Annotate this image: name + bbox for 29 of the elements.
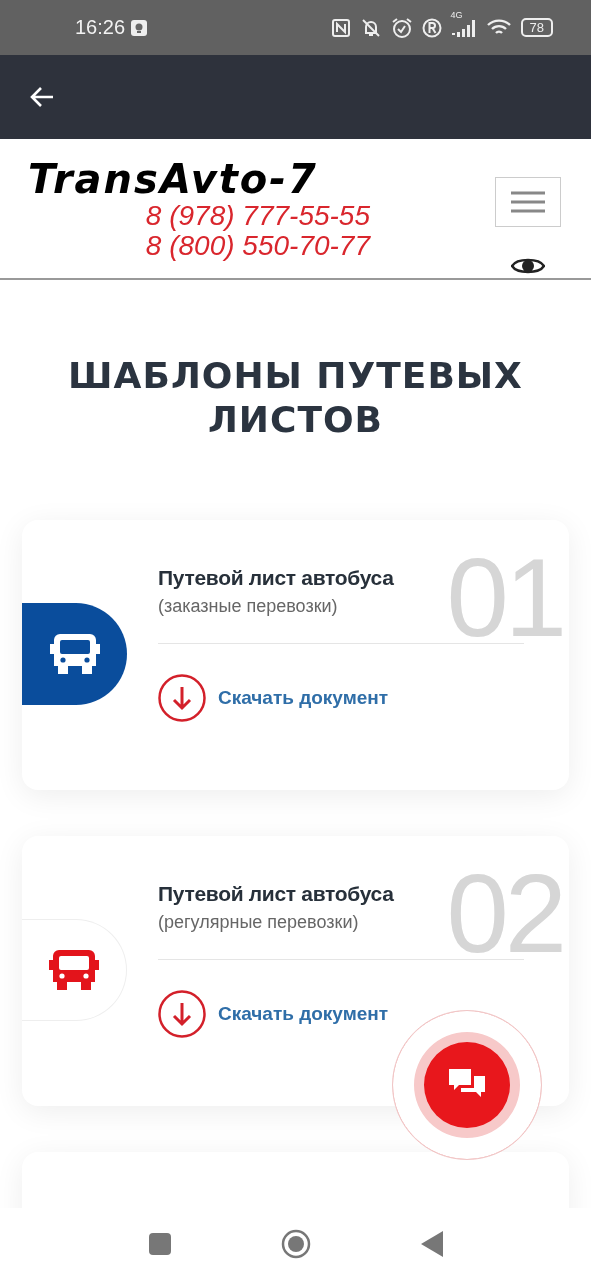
bus-icon — [49, 632, 100, 676]
registered-icon — [421, 17, 442, 38]
mute-icon — [359, 17, 382, 38]
phone-link[interactable]: 8 (800) 550-70-77 — [145, 231, 370, 261]
bus-icon — [49, 948, 99, 992]
download-icon[interactable] — [158, 674, 206, 722]
photo-icon — [130, 18, 149, 37]
home-icon[interactable] — [280, 1229, 311, 1259]
battery-indicator: 78 — [520, 18, 553, 37]
download-link[interactable]: Скачать документ — [218, 1003, 389, 1025]
card-subtitle: (регулярные перевозки) — [158, 912, 359, 933]
menu-button[interactable] — [495, 177, 561, 227]
card-title: Путевой лист автобуса — [158, 566, 394, 590]
nfc-icon — [330, 17, 351, 38]
back-icon[interactable] — [420, 1231, 443, 1257]
signal-icon — [450, 17, 477, 38]
download-link[interactable]: Скачать документ — [218, 687, 389, 709]
chat-button[interactable] — [392, 1010, 542, 1160]
phone-link[interactable]: 8 (978) 777-55-55 — [145, 201, 370, 231]
card-title: Путевой лист автобуса — [158, 882, 394, 906]
page-title: ШАБЛОНЫ ПУТЕВЫХ ЛИСТОВ — [67, 354, 524, 442]
site-logo[interactable]: TransAvto-7 — [28, 157, 318, 201]
download-icon[interactable] — [158, 990, 206, 1038]
clock: 16:26 — [75, 16, 126, 39]
network-type: 4G — [450, 9, 463, 20]
card-subtitle: (заказные перевозки) — [158, 596, 338, 617]
menu-icon — [511, 191, 545, 213]
alarm-icon — [390, 16, 413, 39]
recents-icon[interactable] — [148, 1233, 171, 1255]
